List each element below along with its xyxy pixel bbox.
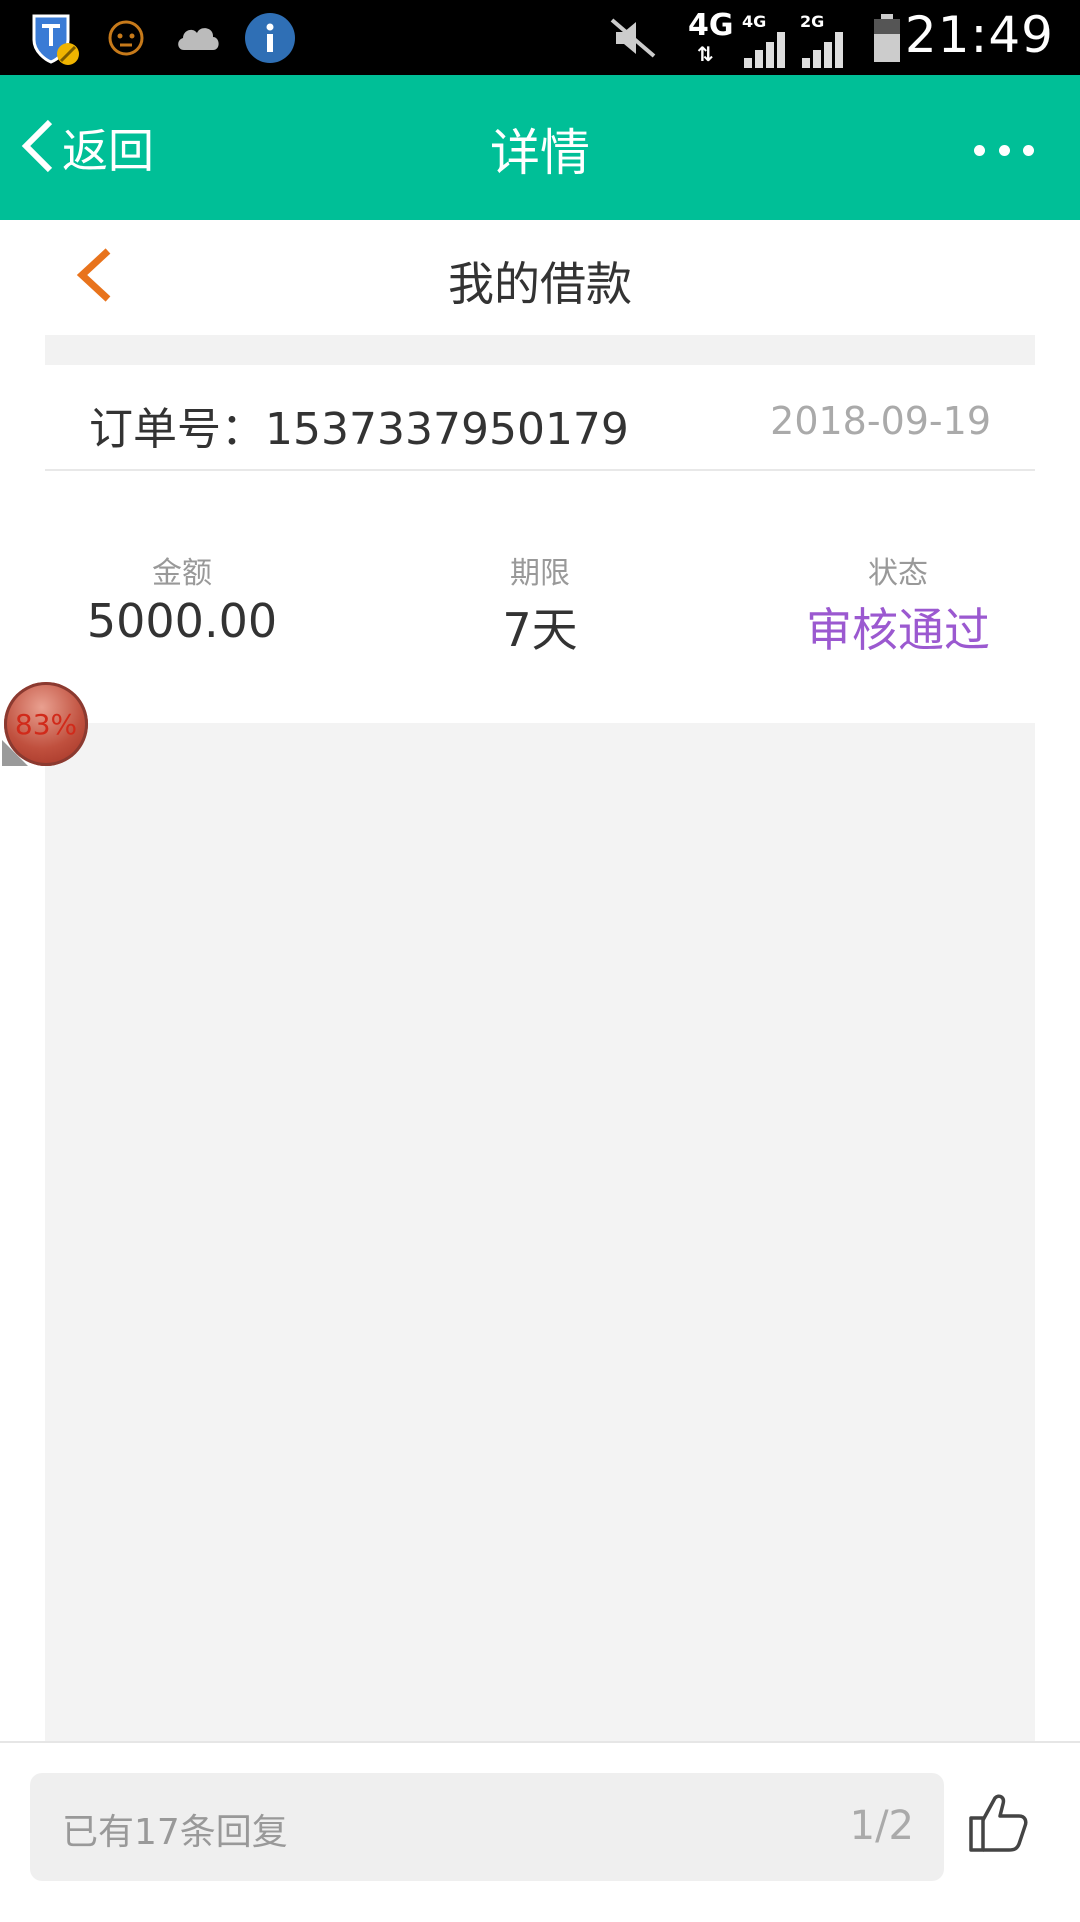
battery-icon (872, 10, 902, 66)
status-value: 审核通过 (806, 603, 990, 657)
signal-2-icon (800, 22, 850, 78)
order-number: 订单号：1537337950179 (89, 404, 629, 455)
more-options-icon[interactable] (974, 130, 1034, 170)
thumbs-up-icon[interactable] (963, 1788, 1033, 1858)
content-area (45, 723, 1035, 1741)
term-label: 期限 (510, 556, 570, 591)
page-title: 我的借款 (448, 257, 632, 311)
status-bar: 4G ⇅ 4G 2G 21:49 (0, 0, 1080, 75)
divider-strip (45, 335, 1035, 365)
status-label: 状态 (868, 556, 928, 591)
progress-text: 83% (14, 707, 78, 741)
data-arrows-icon: ⇅ (697, 42, 714, 66)
face-icon (106, 10, 146, 66)
shield-icon (28, 10, 82, 66)
term-value: 7天 (502, 603, 578, 657)
order-date: 2018-09-19 (770, 399, 991, 443)
status-time: 21:49 (904, 6, 1054, 64)
cloud-icon (174, 10, 222, 66)
signal-icon (742, 22, 792, 78)
bottom-bar: 已有17条回复 1/2 (0, 1741, 1080, 1922)
nav-bar: 返回 详情 (0, 75, 1080, 220)
summary-status: 状态 审核通过 (748, 548, 1048, 660)
page-indicator: 1/2 (849, 1803, 914, 1849)
reply-input[interactable]: 已有17条回复 1/2 (30, 1773, 944, 1881)
reply-count: 已有17条回复 (62, 1812, 288, 1853)
info-icon (244, 10, 296, 66)
amount-label: 金额 (152, 556, 212, 591)
summary-term: 期限 7天 (390, 548, 690, 660)
progress-bubble[interactable]: 83% (4, 682, 88, 766)
nav-title: 详情 (490, 124, 590, 182)
amount-value: 5000.00 (86, 594, 278, 648)
summary-amount: 金额 5000.00 (32, 548, 332, 648)
order-row: 订单号：1537337950179 2018-09-19 (45, 365, 1035, 471)
network-main-label: 4G (688, 8, 734, 43)
mute-icon (608, 10, 658, 66)
